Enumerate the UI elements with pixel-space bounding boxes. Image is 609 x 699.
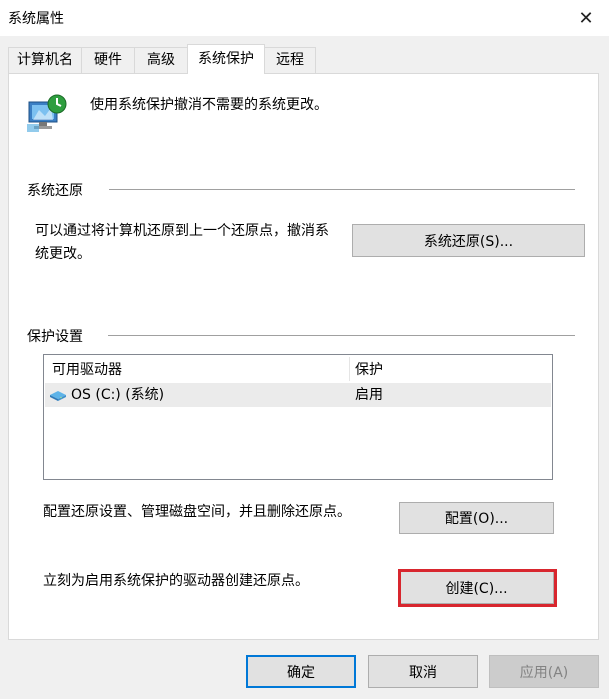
drive-list[interactable]: 可用驱动器 保护 OS (C:) (系统) 启用 [43,354,553,480]
create-button-highlight [398,569,557,607]
restore-description: 可以通过将计算机还原到上一个还原点，撤消系 统更改。 [35,223,329,262]
column-header-drive[interactable]: 可用驱动器 [52,359,122,381]
tab-system-protection[interactable]: 系统保护 [187,44,265,74]
configure-button[interactable]: 配置(O)... [399,502,554,534]
apply-button[interactable]: 应用(A) [489,655,599,688]
configure-description: 配置还原设置、管理磁盘空间，并且删除还原点。 [43,504,351,520]
drive-icon [50,391,66,401]
tab-remote[interactable]: 远程 [264,47,316,73]
ok-button[interactable]: 确定 [246,655,356,688]
cancel-button[interactable]: 取消 [368,655,478,688]
drive-name: OS (C:) (系统) [71,387,165,403]
info-text: 使用系统保护撤消不需要的系统更改。 [90,97,328,113]
protection-settings-group-label: 保护设置 [27,329,83,345]
tab-computer-name[interactable]: 计算机名 [8,47,82,73]
tab-hardware[interactable]: 硬件 [81,47,135,73]
title-bar: 系统属性 ✕ [0,0,609,36]
tab-advanced[interactable]: 高级 [134,47,188,73]
column-separator[interactable] [349,357,350,381]
table-row[interactable]: OS (C:) (系统) 启用 [45,383,551,407]
group-divider [109,189,575,190]
group-divider [108,335,575,336]
column-header-protection[interactable]: 保护 [355,359,383,381]
close-icon[interactable]: ✕ [563,0,609,36]
window-title: 系统属性 [8,11,64,27]
drive-protection-status: 启用 [355,387,383,403]
system-restore-button[interactable]: 系统还原(S)... [352,224,585,257]
system-protection-icon [27,94,67,132]
create-description: 立刻为启用系统保护的驱动器创建还原点。 [43,573,309,589]
system-restore-group-label: 系统还原 [27,183,83,199]
